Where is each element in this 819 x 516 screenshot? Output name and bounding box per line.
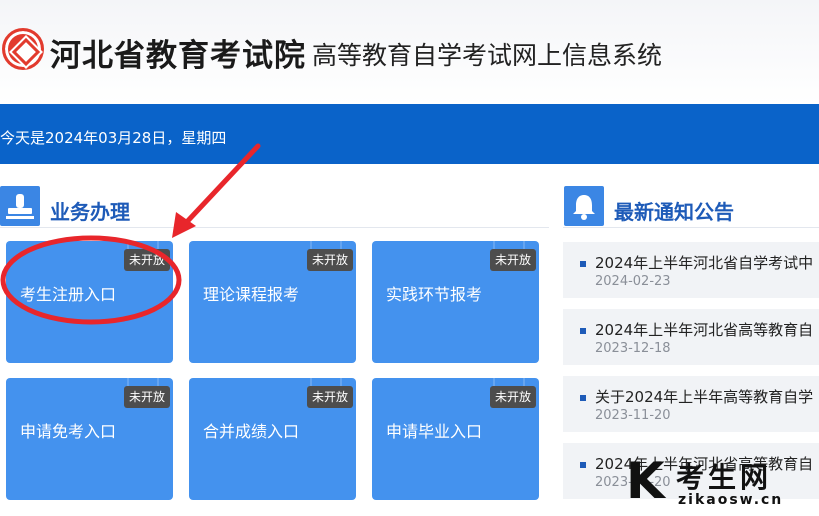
- notice-date: 2023-12-18: [595, 341, 671, 356]
- tile-label: 考生注册入口: [20, 285, 117, 304]
- notices-divider: [563, 227, 819, 228]
- notices-title: 最新通知公告: [614, 200, 734, 224]
- status-badge: 未开放: [306, 386, 353, 408]
- notice-item[interactable]: 2024年上半年河北省高等教育自 2023-12-18: [563, 309, 819, 365]
- watermark: K 考生网 zikaosw.cn: [626, 452, 819, 516]
- notice-date: 2024-02-23: [595, 274, 671, 289]
- bullet-icon: [580, 462, 586, 468]
- status-badge: 未开放: [489, 249, 536, 271]
- services-divider: [0, 227, 549, 228]
- tile-merge-scores[interactable]: 未开放 合并成绩入口: [189, 378, 356, 500]
- notice-title[interactable]: 2024年上半年河北省高等教育自: [595, 319, 813, 340]
- status-badge: 未开放: [123, 386, 170, 408]
- exam-authority-logo-icon[interactable]: [2, 28, 44, 70]
- bullet-icon: [580, 261, 586, 267]
- watermark-text: 考生网: [676, 461, 773, 494]
- status-badge: 未开放: [123, 249, 170, 271]
- status-badge: 未开放: [489, 386, 536, 408]
- org-name[interactable]: 河北省教育考试院: [50, 30, 306, 75]
- tile-label: 理论课程报考: [203, 285, 300, 304]
- system-name: 高等教育自学考试网上信息系统: [312, 41, 663, 70]
- tile-label: 实践环节报考: [386, 285, 483, 304]
- tile-label: 申请毕业入口: [386, 422, 483, 441]
- tile-exam-exemption[interactable]: 未开放 申请免考入口: [6, 378, 173, 500]
- notice-date: 2023-11-20: [595, 408, 671, 423]
- site-header: 河北省教育考试院 高等教育自学考试网上信息系统: [0, 0, 819, 104]
- status-badge: 未开放: [306, 249, 353, 271]
- notice-title[interactable]: 2024年上半年河北省自学考试中: [595, 252, 813, 273]
- notice-title[interactable]: 关于2024年上半年高等教育自学: [595, 386, 813, 407]
- current-date: 今天是2024年03月28日，星期四: [0, 129, 227, 147]
- tile-practice-enroll[interactable]: 未开放 实践环节报考: [372, 241, 539, 363]
- watermark-url: zikaosw.cn: [678, 492, 784, 508]
- bell-icon: [564, 186, 604, 226]
- tile-label: 合并成绩入口: [203, 422, 300, 441]
- tile-graduation-apply[interactable]: 未开放 申请毕业入口: [372, 378, 539, 500]
- date-banner: 今天是2024年03月28日，星期四: [0, 104, 819, 164]
- services-title: 业务办理: [50, 200, 130, 224]
- stamp-icon: [0, 186, 40, 226]
- tile-label: 申请免考入口: [20, 422, 117, 441]
- watermark-logo-letter: K: [626, 452, 665, 510]
- tile-theory-course-enroll[interactable]: 未开放 理论课程报考: [189, 241, 356, 363]
- notice-item[interactable]: 关于2024年上半年高等教育自学 2023-11-20: [563, 376, 819, 432]
- tile-student-registration[interactable]: 未开放 考生注册入口: [6, 241, 173, 363]
- notice-item[interactable]: 2024年上半年河北省自学考试中 2024-02-23: [563, 242, 819, 298]
- bullet-icon: [580, 328, 586, 334]
- bullet-icon: [580, 395, 586, 401]
